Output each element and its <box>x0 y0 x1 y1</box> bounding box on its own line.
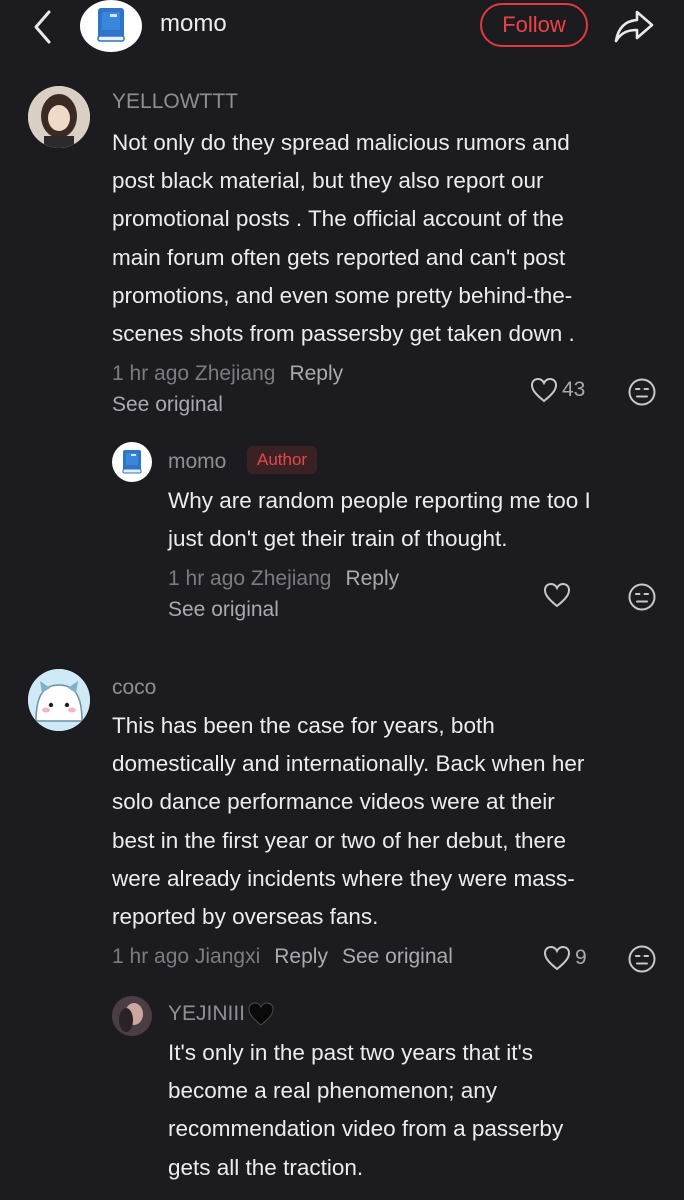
see-original-link[interactable]: See original <box>168 598 279 622</box>
author-badge: Author <box>247 446 318 474</box>
see-original-link[interactable]: See original <box>342 945 453 968</box>
comment-line: This has been the case for years, both <box>112 713 495 738</box>
avatar-photo <box>28 86 90 148</box>
comment-text: This has been the case for years, both d… <box>112 707 672 936</box>
reply-button[interactable]: Reply <box>289 362 343 385</box>
comment-line: solo dance performance videos were at th… <box>112 789 555 815</box>
account-avatar[interactable] <box>80 0 142 52</box>
comment-text: Not only do they spread malicious rumors… <box>112 124 672 353</box>
dislike-face-icon[interactable] <box>627 377 657 407</box>
share-icon[interactable] <box>612 6 656 46</box>
comment-line: promotions, and even some pretty behind-… <box>112 282 573 308</box>
heart-icon <box>543 945 571 971</box>
comment-text: Why are random people reporting me too I… <box>168 482 668 558</box>
comment-username-wrap[interactable]: YEJINIII <box>168 1001 275 1027</box>
reply-button[interactable]: Reply <box>345 567 399 590</box>
comment-line: domestically and internationally. Back w… <box>112 751 585 777</box>
dislike-face-icon[interactable] <box>627 582 657 612</box>
comment-line: Not only do they spread malicious rumors… <box>112 130 570 155</box>
comment-line: best in the first year or two of her deb… <box>112 827 566 853</box>
book-icon <box>122 450 142 474</box>
comment-username[interactable]: YELLOWTTT <box>112 90 238 114</box>
account-name[interactable]: momo <box>160 10 227 38</box>
avatar-photo <box>112 996 152 1036</box>
follow-button[interactable]: Follow <box>480 3 588 47</box>
user-avatar[interactable] <box>112 442 152 482</box>
reply-button[interactable]: Reply <box>274 945 328 968</box>
like-button[interactable]: 9 <box>543 945 587 971</box>
cat-character-image <box>28 669 90 731</box>
back-chevron-icon[interactable] <box>26 8 60 46</box>
comment-line: reported by overseas fans. <box>112 904 379 930</box>
comment-line: were already incidents where they were m… <box>112 865 575 891</box>
like-count: 9 <box>575 946 587 969</box>
user-avatar[interactable] <box>28 86 90 148</box>
comment-line: scenes shots from passersby get taken do… <box>112 321 575 347</box>
comment-username[interactable]: YEJINIII <box>168 1002 245 1026</box>
user-avatar[interactable] <box>28 669 90 731</box>
like-button[interactable]: 43 <box>530 377 585 403</box>
comment-line: gets all the traction. <box>168 1154 364 1180</box>
comment-username[interactable]: coco <box>112 676 156 700</box>
comment-line: main forum often gets reported and can't… <box>112 244 566 270</box>
heart-icon[interactable] <box>543 582 571 608</box>
comment-line: Why are random people reporting me too I <box>168 488 591 513</box>
black-heart-icon <box>248 1002 274 1026</box>
like-count: 43 <box>562 378 586 401</box>
comment-username[interactable]: momo <box>168 450 226 474</box>
comment-line: just don't get their train of thought. <box>168 526 508 552</box>
user-avatar[interactable] <box>112 996 152 1036</box>
comment-meta: 1 hr ago Zhejiang Reply <box>112 362 343 386</box>
comment-meta: 1 hr ago Jiangxi Reply See original <box>112 945 453 969</box>
heart-icon <box>530 377 558 403</box>
comment-line: recommendation video from a passerby <box>168 1116 564 1142</box>
comment-time: 1 hr ago Zhejiang <box>168 567 332 590</box>
comment-text: It's only in the past two years that it'… <box>168 1034 668 1187</box>
comment-line: post black material, but they also repor… <box>112 168 544 194</box>
dislike-face-icon[interactable] <box>627 944 657 974</box>
comment-line: promotional posts . The official account… <box>112 206 564 232</box>
comment-line: become a real phenomenon; any <box>168 1078 497 1104</box>
comment-time: 1 hr ago Zhejiang <box>112 362 276 385</box>
see-original-link[interactable]: See original <box>112 393 223 417</box>
book-icon <box>97 8 125 42</box>
comment-line: It's only in the past two years that it'… <box>168 1040 534 1065</box>
comment-time: 1 hr ago Jiangxi <box>112 945 261 968</box>
comment-meta: 1 hr ago Zhejiang Reply <box>168 567 399 591</box>
